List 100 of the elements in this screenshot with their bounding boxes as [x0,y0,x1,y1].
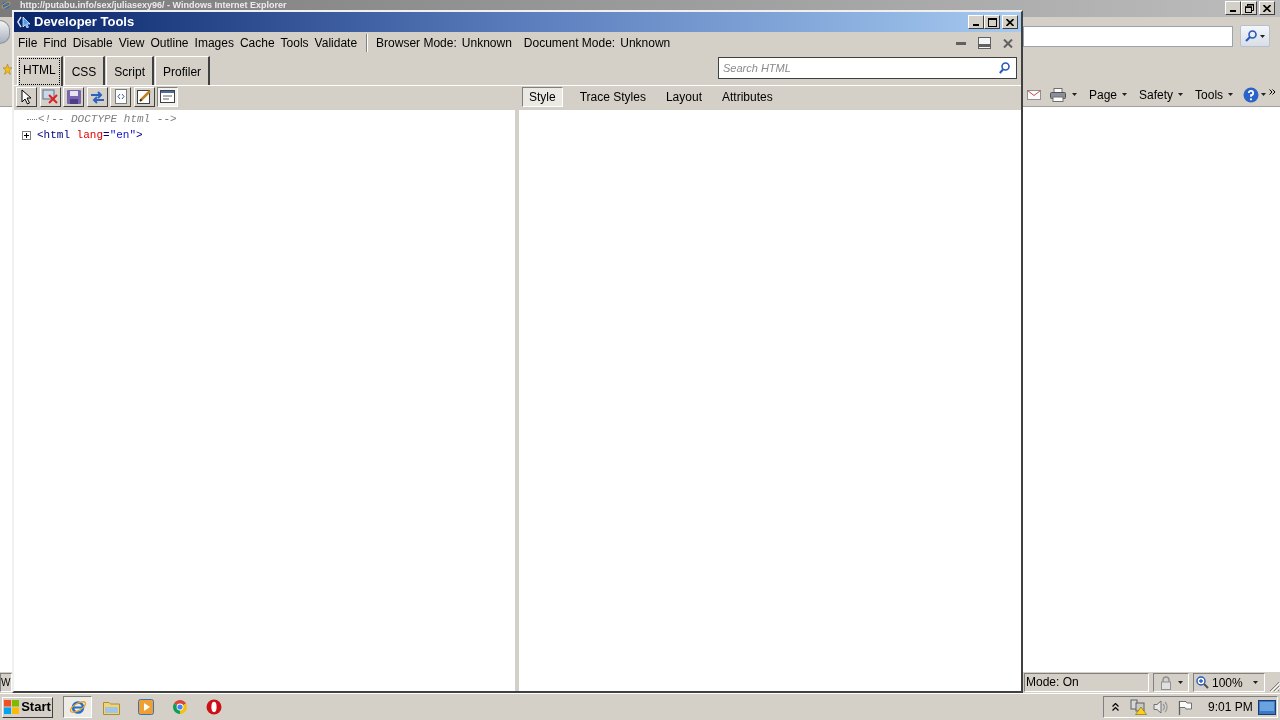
taskbar-app-button[interactable] [63,696,92,718]
e-logo-icon [1,0,11,10]
caret-down-icon [1178,93,1184,96]
close-button[interactable] [1259,1,1275,15]
pointer-brackets-icon [17,16,31,28]
command-menu[interactable]: Page [1089,85,1128,104]
devtools-tab[interactable]: Script [106,56,155,85]
devtools-title: Developer Tools [34,14,135,30]
arrows-icon [89,89,105,104]
view-source-button[interactable] [110,86,131,107]
dock-bottom-icon[interactable] [978,37,991,49]
zoom-button[interactable]: 100% [1193,673,1265,692]
window-icon [160,90,175,103]
save-button[interactable] [63,86,84,107]
code-page-icon [114,89,127,104]
window-title: http://putabu.info/sex/juliasexy96/ - Windows Internet Explorer [20,0,287,10]
arrow-cursor-icon [21,88,32,105]
select-element-button[interactable] [16,86,37,107]
menu-item[interactable]: Tools [280,35,309,51]
clock: 9:01 PM [1208,699,1253,716]
search-field[interactable]: Search HTML [718,57,1017,79]
minimize-icon [1230,10,1236,12]
star-icon[interactable] [3,63,12,75]
caret-down-icon [1122,93,1128,96]
minimize-button[interactable] [968,15,984,29]
pane-tab[interactable]: Style [522,86,563,107]
caret-down-icon [1261,93,1267,96]
lock-icon [1159,675,1173,690]
edit-button[interactable] [133,86,155,107]
double-caret-up-icon[interactable] [1112,703,1119,711]
caret-down-icon [1072,93,1077,96]
back-button[interactable] [0,20,10,44]
close-icon [1263,4,1271,12]
protected-mode-status: Mode: On [1024,673,1149,692]
pane-tab[interactable]: Trace Styles [576,86,649,107]
element-node[interactable]: <html lang="en"> [37,126,143,144]
monitor-icon[interactable] [1258,699,1276,715]
e-logo-icon [68,698,87,716]
menu-item[interactable]: File [18,35,38,51]
double-chevron-icon[interactable] [1269,88,1276,95]
pencil-page-icon [136,89,152,104]
caret-down-icon [1260,34,1265,38]
minimize-icon[interactable] [956,41,966,45]
maximize-button[interactable] [984,15,1000,29]
minimize-button[interactable] [1225,1,1241,15]
menu-item[interactable]: Outline [150,35,189,51]
command-menu[interactable]: Safety [1139,85,1184,104]
menu-item[interactable]: Disable [72,35,113,51]
devtools-tab[interactable]: CSS [63,56,106,85]
menu-item[interactable]: Images [194,35,234,51]
envelope-icon[interactable] [1027,89,1041,100]
search-icon [999,62,1010,74]
folder-icon [103,699,120,715]
mode-menu[interactable]: Document Mode: Unknown [523,35,671,51]
clear-button[interactable] [39,86,61,107]
close-icon [1006,18,1014,26]
print-button[interactable] [1050,87,1077,102]
network-warning-icon[interactable] [1130,699,1147,715]
help-icon [1243,86,1260,103]
restore-icon [1244,3,1254,13]
devtools-tab[interactable]: Profiler [155,56,211,85]
play-icon [137,699,154,715]
maximize-icon [987,17,997,27]
status-text: W [0,673,12,692]
caret-down-icon [1178,681,1183,684]
caret-down-icon [1228,93,1234,96]
printer-icon [1050,87,1066,102]
tree-connector-line [27,118,37,120]
ring-logo-icon [205,699,222,715]
mode-menu[interactable]: Browser Mode: Unknown [376,35,512,51]
word-wrap-button[interactable] [157,86,178,107]
refresh-button[interactable] [86,86,108,107]
restore-button[interactable] [1241,1,1257,15]
round-logo-icon [171,699,188,715]
four-squares-logo-icon [4,700,20,714]
resize-grip-icon[interactable] [1268,680,1280,692]
start-button[interactable]: Start [2,696,53,718]
security-button[interactable] [1153,673,1189,692]
pane-tab[interactable]: Layout [662,86,705,107]
zoom-icon [1196,676,1209,689]
search-button[interactable] [1240,25,1270,47]
menu-item[interactable]: Validate [314,35,358,51]
caret-down-icon [1253,681,1258,684]
menu-item[interactable]: View [118,35,145,51]
close-button[interactable] [1002,15,1018,29]
menu-item[interactable]: Cache [239,35,275,51]
menu-item[interactable]: Find [43,35,67,51]
expand-icon[interactable] [22,130,31,140]
page-cross-icon [42,89,58,104]
speaker-icon[interactable] [1153,700,1168,714]
minimize-icon [973,24,979,26]
close-icon[interactable] [1003,38,1013,48]
devtools-tab[interactable]: HTML [17,56,63,86]
help-button[interactable] [1243,86,1267,103]
pane-tab[interactable]: Attributes [718,86,776,107]
comment-node[interactable]: <!-- DOCTYPE html --> [38,110,177,128]
command-menu[interactable]: Tools [1195,85,1234,104]
address-field[interactable] [1023,25,1233,47]
flag-icon[interactable] [1178,699,1192,715]
search-icon [1245,30,1257,42]
